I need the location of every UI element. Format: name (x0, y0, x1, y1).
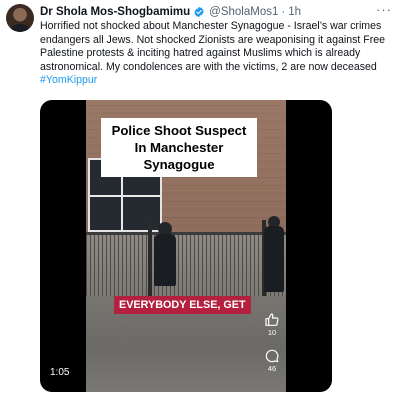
meta-separator: · (281, 6, 286, 18)
video-headline: Police Shoot Suspect In Manchester Synag… (101, 118, 257, 177)
metal-fence (86, 232, 286, 296)
tweet-timestamp[interactable]: 1h (288, 5, 301, 19)
video-duration: 1:05 (50, 367, 70, 378)
like-action[interactable]: 10 (261, 312, 283, 337)
fence-rail (86, 232, 286, 235)
video-frame[interactable]: Police Shoot Suspect In Manchester Synag… (86, 100, 286, 392)
author-handle[interactable]: @SholaMos1 (209, 5, 278, 19)
video-player[interactable]: Police Shoot Suspect In Manchester Synag… (40, 100, 332, 392)
more-options-icon[interactable]: ··· (376, 3, 392, 18)
author-name[interactable]: Dr Shola Mos-Shogbamimu (40, 5, 190, 19)
hashtag-link[interactable]: #YomKippur (40, 74, 392, 88)
comment-icon[interactable] (261, 348, 283, 364)
fence-post (148, 220, 152, 300)
verified-badge-icon (193, 6, 205, 18)
author-avatar[interactable] (6, 4, 34, 32)
like-count: 10 (267, 328, 277, 337)
comment-action[interactable]: 46 (261, 348, 283, 373)
person-silhouette (264, 226, 284, 292)
thumbs-up-icon[interactable] (261, 312, 283, 328)
comment-count: 46 (267, 364, 277, 373)
person-silhouette (154, 234, 176, 286)
tweet-header: Dr Shola Mos-Shogbamimu @SholaMos1 · 1h (40, 5, 374, 19)
tweet-text-container: Horrified not shocked about Manchester S… (40, 20, 392, 88)
video-subtitle: EVERYBODY ELSE, GET (114, 296, 251, 314)
tweet-text: Horrified not shocked about Manchester S… (40, 20, 386, 73)
